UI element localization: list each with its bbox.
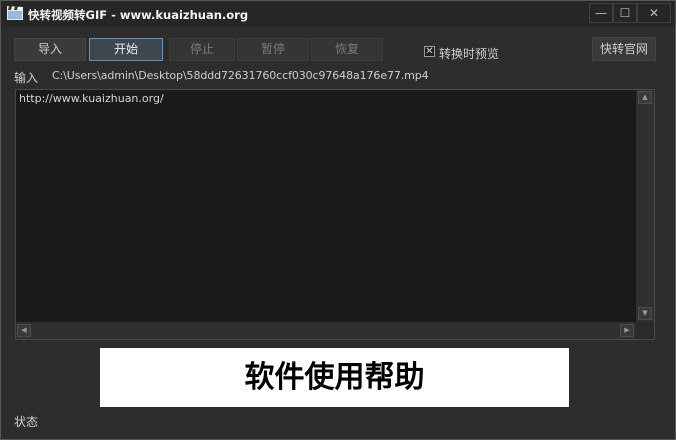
minimize-button[interactable]: — [589,3,613,23]
maximize-button[interactable]: ☐ [613,3,637,23]
window-title: 快转视频转GIF - www.kuaizhuan.org [28,8,249,22]
close-button[interactable]: ✕ [637,3,671,23]
log-text: http://www.kuaizhuan.org/ [19,92,164,105]
title-bar[interactable]: 快转视频转GIF - www.kuaizhuan.org — ☐ ✕ [1,1,675,27]
input-label: 输入 [14,71,39,85]
vertical-scrollbar[interactable] [636,90,654,322]
preview-checkbox-label[interactable]: 转换时预览 [439,45,499,62]
log-textarea[interactable] [15,89,655,340]
official-website-button[interactable]: 快转官网 [592,37,656,61]
help-banner-button[interactable]: 软件使用帮助 [100,348,569,407]
scroll-right-arrow-icon[interactable]: ▶ [620,324,634,337]
horizontal-scrollbar[interactable] [16,322,636,339]
resume-button[interactable]: 恢复 [311,38,383,61]
pause-button[interactable]: 暂停 [237,38,309,61]
preview-checkbox[interactable]: ✕ [424,46,435,57]
scroll-up-arrow-icon[interactable]: ▲ [638,91,652,104]
app-window: 快转视频转GIF - www.kuaizhuan.org — ☐ ✕ 导入 开始… [0,0,676,440]
status-label: 状态 [14,415,39,429]
stop-button[interactable]: 停止 [169,38,235,61]
scrollbar-corner [636,322,654,339]
import-button[interactable]: 导入 [14,38,86,61]
scroll-left-arrow-icon[interactable]: ◀ [17,324,31,337]
input-file-path: C:\Users\admin\Desktop\58ddd72631760ccf0… [52,69,429,82]
scroll-down-arrow-icon[interactable]: ▼ [638,307,652,320]
film-clapper-icon [7,6,23,20]
start-button[interactable]: 开始 [89,38,163,61]
